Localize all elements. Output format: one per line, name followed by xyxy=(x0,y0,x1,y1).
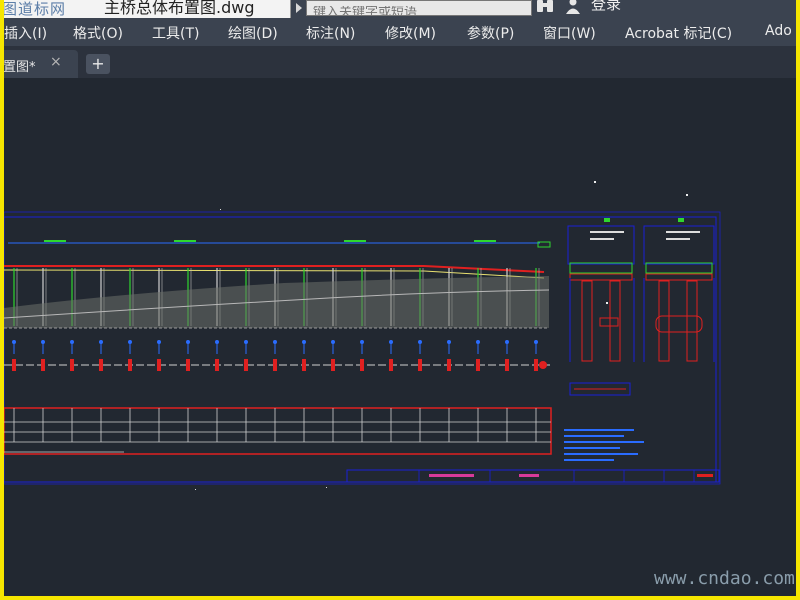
menu-insert[interactable]: 插入(I) xyxy=(4,23,47,43)
close-icon[interactable]: × xyxy=(50,54,62,70)
user-icon[interactable] xyxy=(566,0,580,14)
tab-label: 置图* xyxy=(3,60,36,75)
plus-icon: + xyxy=(91,54,105,73)
menu-modify[interactable]: 修改(M) xyxy=(385,23,436,43)
search-box[interactable] xyxy=(306,0,532,16)
new-tab-button[interactable]: + xyxy=(86,54,110,74)
menu-adobe[interactable]: Ado xyxy=(765,23,792,39)
expand-arrow-icon[interactable] xyxy=(296,3,302,13)
title-box: 图道标网 主桥总体布置图.dwg xyxy=(0,0,291,18)
file-tab-bar: 置图* × + xyxy=(0,46,800,78)
login-link[interactable]: 登录 xyxy=(591,0,621,14)
site-logo: 图道标网 xyxy=(2,0,67,18)
watermark: www.cndao.com xyxy=(654,568,795,589)
binoculars-icon[interactable] xyxy=(536,0,554,14)
menu-dimension[interactable]: 标注(N) xyxy=(306,23,355,43)
drawing-canvas[interactable] xyxy=(4,78,796,596)
menu-bar: 插入(I) 格式(O) 工具(T) 绘图(D) 标注(N) 修改(M) 参数(P… xyxy=(0,18,800,46)
document-title: 主桥总体布置图.dwg xyxy=(104,0,255,17)
search-input[interactable] xyxy=(307,5,531,15)
menu-format[interactable]: 格式(O) xyxy=(73,23,123,43)
menu-acrobat-markup[interactable]: Acrobat 标记(C) xyxy=(625,23,732,43)
menu-draw[interactable]: 绘图(D) xyxy=(228,23,278,43)
menu-parametric[interactable]: 参数(P) xyxy=(467,23,514,43)
title-bar: 图道标网 主桥总体布置图.dwg 登录 xyxy=(0,0,800,18)
menu-window[interactable]: 窗口(W) xyxy=(543,23,596,43)
menu-tools[interactable]: 工具(T) xyxy=(152,23,199,43)
drawing-tab[interactable]: 置图* × xyxy=(0,50,78,78)
